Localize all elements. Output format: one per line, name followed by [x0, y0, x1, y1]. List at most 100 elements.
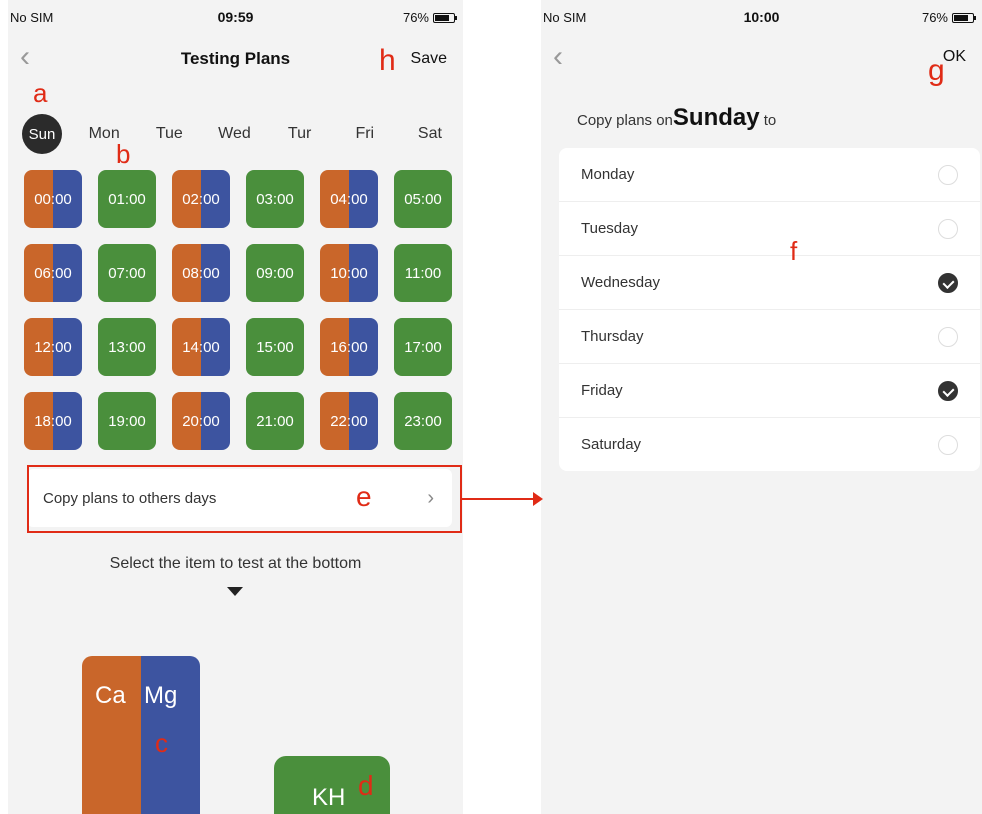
source-day: Sunday [672, 104, 760, 131]
hour-slot-label: 01:00 [108, 190, 146, 208]
annotation-d: d [358, 770, 374, 801]
hour-slot[interactable]: 02:00 [172, 170, 230, 228]
hour-slot[interactable]: 03:00 [246, 170, 304, 228]
hour-slot[interactable]: 10:00 [320, 244, 378, 302]
hour-slot-label: 20:00 [182, 412, 220, 430]
ca-mg-item[interactable]: Ca Mg [82, 656, 200, 814]
hour-slot[interactable]: 20:00 [172, 392, 230, 450]
checked-radio-icon[interactable] [938, 380, 958, 401]
hour-slot-label: 02:00 [182, 190, 220, 208]
hour-slot[interactable]: 00:00 [24, 170, 82, 228]
hour-slot[interactable]: 14:00 [172, 318, 230, 376]
day-tab-wed[interactable]: Wed [211, 114, 257, 154]
mg-label: Mg [144, 682, 178, 709]
testing-plans-screen: No SIM 09:59 76% ‹ Testing Plans Save Su… [8, 0, 463, 814]
select-item-hint: Select the item to test at the bottom [109, 555, 362, 572]
checked-radio-icon[interactable] [938, 272, 958, 293]
hour-slot-label: 16:00 [330, 338, 368, 356]
hour-slot[interactable]: 16:00 [320, 318, 378, 376]
day-tab-tur[interactable]: Tur [277, 114, 323, 154]
hour-slot[interactable]: 04:00 [320, 170, 378, 228]
hour-slot-label: 08:00 [182, 264, 220, 282]
back-chevron-icon[interactable]: ‹ [553, 42, 563, 72]
status-bar: No SIM 09:59 76% [8, 0, 463, 32]
hour-slot[interactable]: 17:00 [394, 318, 452, 376]
hour-slot[interactable]: 07:00 [98, 244, 156, 302]
hour-slot[interactable]: 06:00 [24, 244, 82, 302]
day-option-thursday[interactable]: Thursday [559, 310, 980, 364]
hour-slot-label: 03:00 [256, 190, 294, 208]
hour-slot[interactable]: 09:00 [246, 244, 304, 302]
ok-button[interactable]: OK [943, 48, 966, 66]
nav-bar: ‹ OK [541, 40, 982, 76]
hour-slot-label: 18:00 [34, 412, 72, 430]
hour-slot[interactable]: 08:00 [172, 244, 230, 302]
copy-plans-title: Copy plans onSunday to [577, 104, 776, 132]
annotation-g: g [928, 54, 945, 87]
day-tab-tue[interactable]: Tue [146, 114, 192, 154]
ca-label: Ca [95, 682, 126, 709]
hour-slot-label: 21:00 [256, 412, 294, 430]
hour-slot-label: 04:00 [330, 190, 368, 208]
battery-indicator: 76% [402, 10, 457, 25]
unchecked-radio-icon[interactable] [938, 164, 958, 185]
day-option-label: Friday [581, 382, 623, 399]
hour-slot-label: 19:00 [108, 412, 146, 430]
hour-slot-grid: 00:00 01:00 02:00 03:00 04:00 05:00 06:00 07:00… [24, 170, 456, 450]
hour-slot-label: 06:00 [34, 264, 72, 282]
day-option-wednesday[interactable]: Wednesday [559, 256, 980, 310]
hour-slot[interactable]: 23:00 [394, 392, 452, 450]
unchecked-radio-icon[interactable] [938, 434, 958, 455]
hour-slot-label: 13:00 [108, 338, 146, 356]
battery-icon [433, 12, 457, 23]
save-button[interactable]: Save [411, 50, 447, 68]
hour-slot-label: 09:00 [256, 264, 294, 282]
battery-indicator: 76% [921, 10, 976, 25]
day-option-label: Thursday [581, 328, 644, 345]
day-option-friday[interactable]: Friday [559, 364, 980, 418]
battery-percent: 76% [402, 10, 429, 25]
hour-slot[interactable]: 21:00 [246, 392, 304, 450]
hour-slot[interactable]: 05:00 [394, 170, 452, 228]
hour-slot-label: 17:00 [404, 338, 442, 356]
kh-label: KH [312, 784, 346, 811]
status-time: 09:59 [217, 9, 254, 25]
day-option-tuesday[interactable]: Tuesday [559, 202, 980, 256]
hour-slot[interactable]: 01:00 [98, 170, 156, 228]
battery-percent: 76% [921, 10, 948, 25]
hour-slot-label: 12:00 [34, 338, 72, 356]
triangle-down-icon [227, 587, 243, 596]
hour-slot[interactable]: 18:00 [24, 392, 82, 450]
unchecked-radio-icon[interactable] [938, 218, 958, 239]
day-option-saturday[interactable]: Saturday [559, 418, 980, 471]
hour-slot[interactable]: 19:00 [98, 392, 156, 450]
copy-title-prefix: Copy plans on [577, 112, 673, 129]
day-option-label: Monday [581, 166, 635, 183]
hour-slot-label: 07:00 [108, 264, 146, 282]
annotation-h: h [379, 44, 396, 77]
annotation-a: a [33, 78, 48, 108]
status-time: 10:00 [743, 9, 780, 25]
day-tab-sat[interactable]: Sat [407, 114, 453, 154]
hour-slot-label: 10:00 [330, 264, 368, 282]
hour-slot[interactable]: 11:00 [394, 244, 452, 302]
annotation-b: b [116, 139, 131, 169]
annotation-arrow-line [462, 498, 540, 500]
hour-slot-label: 15:00 [256, 338, 294, 356]
day-option-monday[interactable]: Monday [559, 148, 980, 202]
hour-slot-label: 22:00 [330, 412, 368, 430]
hour-slot[interactable]: 13:00 [98, 318, 156, 376]
day-option-label: Tuesday [581, 220, 638, 237]
hour-slot[interactable]: 12:00 [24, 318, 82, 376]
day-tab-fri[interactable]: Fri [342, 114, 388, 154]
day-option-label: Wednesday [581, 274, 660, 291]
day-option-label: Saturday [581, 436, 642, 453]
hour-slot[interactable]: 15:00 [246, 318, 304, 376]
copy-plans-screen: No SIM 10:00 76% ‹ OK Copy plans onSunda… [541, 0, 982, 814]
unchecked-radio-icon[interactable] [938, 326, 958, 347]
annotation-arrow-head-icon [533, 492, 543, 506]
annotation-f: f [790, 236, 798, 266]
hour-slot-label: 00:00 [34, 190, 72, 208]
hour-slot[interactable]: 22:00 [320, 392, 378, 450]
day-tab-sun[interactable]: Sun [22, 114, 62, 154]
